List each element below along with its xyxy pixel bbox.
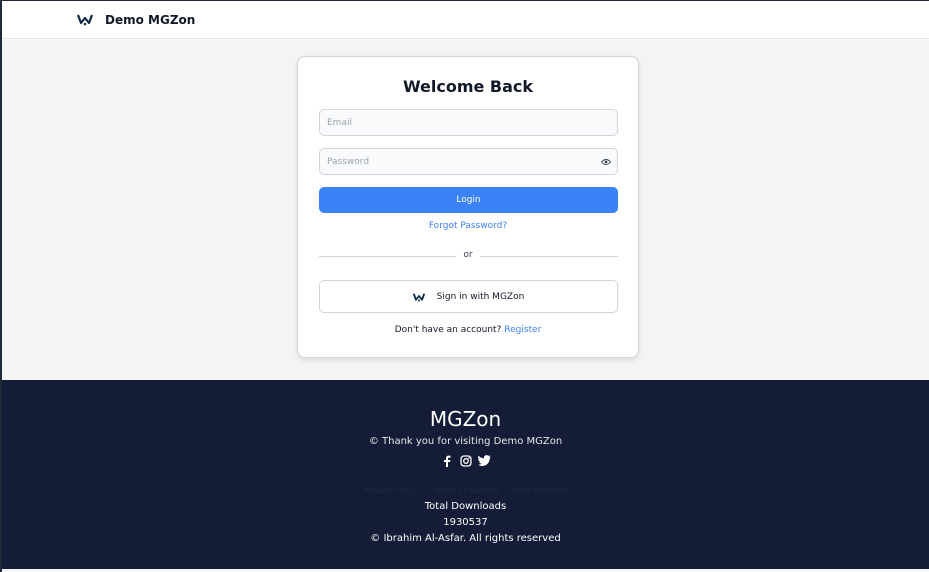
login-card: Welcome Back Login Forgot Password? or S… — [297, 56, 639, 358]
footer-title: MGZon — [429, 407, 502, 431]
downloads-label: Total Downloads — [424, 501, 507, 512]
footer-thanks: © Thank you for visiting Demo MGZon — [368, 436, 563, 447]
copyright-text: © Ibrahim Al-Asfar. All rights reserved — [370, 533, 561, 544]
forgot-password-link[interactable]: Forgot Password? — [298, 221, 638, 231]
footer-links: Privacy Policy Terms of Service Data Del… — [2, 486, 929, 495]
brand-name: Demo MGZon — [105, 13, 196, 27]
register-row: Don't have an account? Register — [298, 325, 638, 335]
twitter-icon[interactable] — [478, 454, 491, 467]
downloads-count: 1930537 — [443, 517, 488, 528]
site-header: Demo MGZon — [2, 1, 929, 39]
eye-icon[interactable] — [600, 156, 612, 167]
main-content: Welcome Back Login Forgot Password? or S… — [2, 40, 929, 380]
mgzon-logo-icon — [76, 11, 94, 30]
instagram-icon[interactable] — [459, 454, 472, 467]
email-input[interactable] — [319, 109, 618, 136]
site-footer: MGZon © Thank you for visiting Demo MGZo… — [2, 380, 929, 569]
brand-link[interactable]: Demo MGZon — [76, 10, 196, 30]
divider-line-left — [319, 256, 456, 257]
mgzon-logo-icon — [412, 287, 425, 306]
register-link[interactable]: Register — [504, 325, 541, 335]
divider-line-right — [480, 256, 618, 257]
password-input[interactable] — [319, 148, 618, 175]
oauth-button-label: Sign in with MGZon — [436, 291, 525, 302]
terms-of-service-link[interactable]: Terms of Service — [432, 486, 498, 495]
privacy-policy-link[interactable]: Privacy Policy — [364, 486, 419, 495]
facebook-icon[interactable] — [440, 454, 453, 467]
login-button[interactable]: Login — [319, 187, 618, 213]
page-title: Welcome Back — [402, 77, 534, 96]
data-deletion-link[interactable]: Data Deletion — [512, 486, 567, 495]
sign-in-with-mgzon-button[interactable]: Sign in with MGZon — [319, 280, 618, 313]
social-links — [2, 454, 929, 468]
register-prompt: Don't have an account? — [394, 325, 502, 335]
divider-text: or — [463, 250, 473, 260]
